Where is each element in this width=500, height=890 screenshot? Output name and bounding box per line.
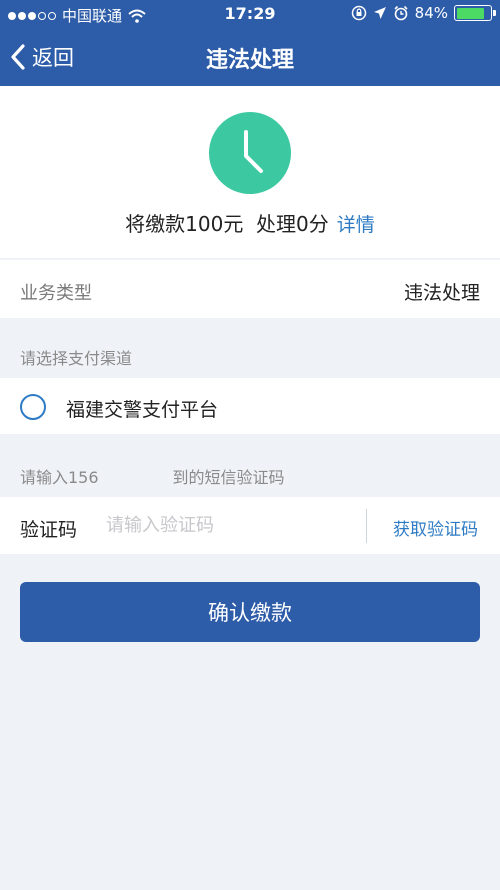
summary-line: 将缴款100元 处理0分 详情: [0, 208, 500, 237]
nav-bar: 返回 违法处理: [0, 28, 500, 86]
confirm-payment-button[interactable]: 确认缴款: [20, 582, 480, 642]
sms-prompt: 请输入156 到的短信验证码: [20, 464, 285, 488]
payment-option-label: 福建交警支付平台: [66, 399, 219, 421]
back-button[interactable]: 返回: [10, 40, 74, 74]
payment-channel-label: 请选择支付渠道: [20, 349, 133, 368]
business-type-value: 违法处理: [403, 282, 480, 304]
rotation-lock-icon: [351, 5, 366, 21]
sms-prompt-prefix: 请输入156: [20, 468, 99, 487]
battery-percent: 84%: [414, 4, 448, 22]
business-type-row: 业务类型 违法处理: [0, 260, 500, 318]
top-bar: 中国联通 17:29 84% 返回 违法处理: [0, 0, 500, 86]
alarm-icon: [394, 5, 408, 21]
get-code-button[interactable]: 获取验证码: [393, 515, 478, 540]
battery-icon: [454, 5, 496, 21]
payment-option-row[interactable]: 福建交警支付平台: [0, 378, 500, 434]
location-arrow-icon: [373, 7, 386, 19]
sms-prompt-suffix: 到的短信验证码: [172, 468, 285, 487]
verification-code-label: 验证码: [20, 519, 78, 541]
battery-fill: [456, 7, 485, 19]
clock-icon: [209, 112, 291, 194]
summary-text: 将缴款100元 处理0分: [125, 212, 329, 236]
chevron-left-icon: [11, 44, 25, 70]
payment-summary: 将缴款100元 处理0分 详情: [0, 86, 500, 258]
verification-code-input[interactable]: [106, 509, 356, 541]
vertical-divider: [366, 509, 367, 543]
business-type-label: 业务类型: [20, 283, 92, 304]
back-label: 返回: [32, 46, 74, 70]
verification-code-row: 验证码 获取验证码: [0, 497, 500, 554]
detail-link[interactable]: 详情: [337, 214, 375, 236]
status-bar: 中国联通 17:29 84%: [0, 0, 500, 28]
radio-button[interactable]: [20, 394, 46, 420]
page-title: 违法处理: [205, 48, 294, 73]
status-right: 84%: [351, 4, 496, 22]
